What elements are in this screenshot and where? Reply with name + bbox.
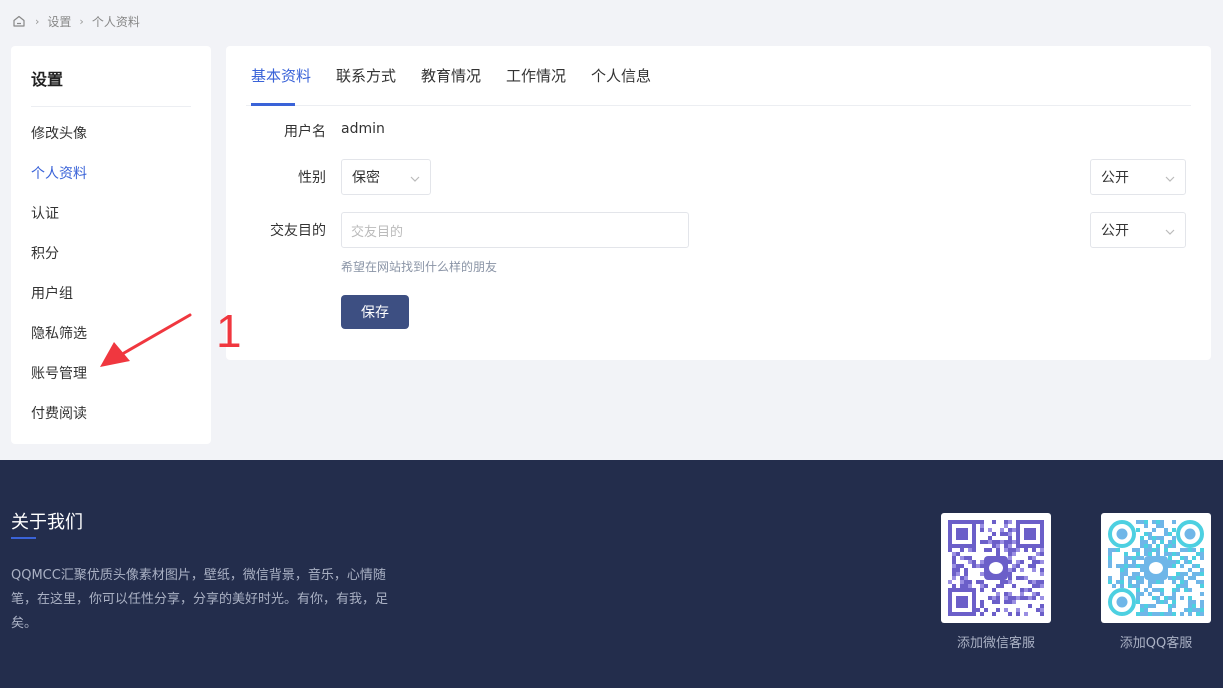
active-tab-indicator xyxy=(251,103,295,106)
chevron-down-icon xyxy=(1165,172,1175,182)
qq-qr-code xyxy=(1101,513,1211,623)
purpose-input[interactable]: 交友目的 xyxy=(341,212,689,248)
sidebar-item-verify[interactable]: 认证 xyxy=(31,204,59,224)
sidebar-item-avatar[interactable]: 修改头像 xyxy=(31,124,87,144)
annotation-arrow-icon xyxy=(100,313,192,367)
sidebar-item-privacy[interactable]: 隐私筛选 xyxy=(31,324,87,344)
gender-privacy-value: 公开 xyxy=(1101,170,1129,186)
sidebar-item-paid-reading[interactable]: 付费阅读 xyxy=(31,404,87,424)
purpose-label: 交友目的 xyxy=(270,223,326,239)
settings-sidebar: 设置 修改头像 个人资料 认证 积分 用户组 隐私筛选 账号管理 付费阅读 xyxy=(11,46,211,444)
tab-basic-info[interactable]: 基本资料 xyxy=(251,66,311,86)
site-footer: 关于我们 QQMCC汇聚优质头像素材图片，壁纸，微信背景，音乐，心情随笔，在这里… xyxy=(0,460,1223,688)
annotation-number: 1 xyxy=(216,305,242,357)
chevron-down-icon xyxy=(1165,225,1175,235)
username-value: admin xyxy=(341,121,385,137)
sidebar-title: 设置 xyxy=(31,70,64,89)
footer-title-underline xyxy=(11,537,36,539)
tab-education[interactable]: 教育情况 xyxy=(421,66,481,86)
breadcrumb-profile: 个人资料 xyxy=(91,14,140,29)
username-label: 用户名 xyxy=(284,124,326,140)
tab-personal-info[interactable]: 个人信息 xyxy=(591,66,651,86)
chevron-down-icon xyxy=(410,172,420,182)
breadcrumb-separator: › xyxy=(79,14,84,28)
sidebar-item-profile[interactable]: 个人资料 xyxy=(31,164,87,184)
sidebar-divider xyxy=(31,106,191,107)
gender-select[interactable]: 保密 xyxy=(341,159,431,195)
gender-privacy-select[interactable]: 公开 xyxy=(1090,159,1186,195)
purpose-placeholder: 交友目的 xyxy=(351,224,404,240)
wechat-qr-caption: 添加微信客服 xyxy=(956,636,1035,651)
gender-label: 性别 xyxy=(298,170,326,186)
breadcrumb-settings[interactable]: 设置 xyxy=(47,13,71,30)
sidebar-item-account[interactable]: 账号管理 xyxy=(31,364,87,384)
gender-select-value: 保密 xyxy=(352,170,380,186)
home-icon[interactable] xyxy=(11,13,27,29)
tab-work[interactable]: 工作情况 xyxy=(506,66,566,86)
profile-panel: 基本资料 联系方式 教育情况 工作情况 个人信息 用户名 admin 性别 保密… xyxy=(226,46,1211,360)
breadcrumb: › 设置 › 个人资料 xyxy=(11,12,140,30)
save-button[interactable]: 保存 xyxy=(341,295,409,329)
footer-description: QQMCC汇聚优质头像素材图片，壁纸，微信背景，音乐，心情随笔，在这里，你可以任… xyxy=(11,568,389,631)
sidebar-item-usergroup[interactable]: 用户组 xyxy=(31,284,73,304)
wechat-qr-code xyxy=(941,513,1051,623)
sidebar-item-points[interactable]: 积分 xyxy=(31,244,59,264)
tab-bar: 基本资料 联系方式 教育情况 工作情况 个人信息 xyxy=(246,46,1191,106)
purpose-privacy-value: 公开 xyxy=(1101,223,1129,239)
qq-qr-caption: 添加QQ客服 xyxy=(1119,636,1193,651)
purpose-hint: 希望在网站找到什么样的朋友 xyxy=(341,260,498,274)
breadcrumb-separator: › xyxy=(35,14,40,28)
purpose-privacy-select[interactable]: 公开 xyxy=(1090,212,1186,248)
footer-title: 关于我们 xyxy=(11,512,83,533)
tab-contact[interactable]: 联系方式 xyxy=(336,66,396,86)
